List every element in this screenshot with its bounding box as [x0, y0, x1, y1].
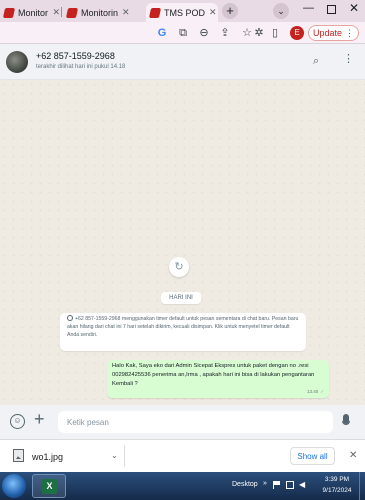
sidebar-icon[interactable]: ▯ [268, 26, 282, 40]
message-composer: ☺ + [0, 405, 365, 439]
show-all-button[interactable]: Show all [290, 447, 335, 465]
chevron-down-icon[interactable]: ⌄ [111, 451, 118, 460]
taskbar-excel-button[interactable]: X [32, 474, 66, 498]
sicepat-favicon-icon [148, 7, 162, 18]
contact-avatar[interactable] [6, 51, 28, 73]
browser-toolbar: G ⧉ ⊖ ⇪ ☆ ✲ ▯ E Update ⋮ [0, 22, 365, 44]
profile-avatar[interactable]: E [290, 26, 304, 40]
close-tab-icon[interactable]: ✕ [209, 7, 217, 18]
message-input[interactable] [58, 411, 333, 433]
tab-title: TMS POD [164, 7, 206, 18]
message-text: Halo Kak, Saya eko dari Admin Sicepat Ek… [112, 363, 315, 387]
system-message-text: +62 857-1559-2968 menggunakan timer defa… [67, 316, 299, 338]
google-icon[interactable]: G [155, 26, 169, 40]
share-icon[interactable]: ⇪ [218, 26, 232, 40]
tab-search-chevron-icon[interactable]: ⌄ [273, 3, 289, 19]
more-vertical-icon: ⋮ [345, 27, 355, 38]
action-center-flag-icon[interactable] [273, 481, 281, 489]
zoom-icon[interactable]: ⊖ [197, 26, 211, 40]
contact-name[interactable]: +62 857-1559-2968 [36, 51, 115, 61]
microphone-icon[interactable] [342, 414, 350, 430]
tray-overflow-icon[interactable]: » [263, 480, 267, 487]
clock-date[interactable]: 9/17/2024 [317, 487, 357, 494]
tab-title: Monitorin [18, 7, 49, 18]
date-chip: HARI INI [161, 292, 201, 304]
desktop-toolbar-label[interactable]: Desktop [232, 481, 258, 488]
more-vertical-icon[interactable]: ⋮ [343, 53, 354, 65]
extensions-icon[interactable]: ✲ [252, 26, 266, 40]
clock-time[interactable]: 3:39 PM [317, 476, 357, 483]
tab-title: Monitorin [81, 7, 119, 18]
network-icon[interactable] [286, 481, 294, 489]
browser-tab-3[interactable]: TMS POD ✕ [146, 3, 218, 22]
last-seen-status: terakhir dilihat hari ini pukul 14.18 [36, 64, 126, 70]
close-tab-icon[interactable]: ✕ [52, 7, 60, 18]
refresh-icon: ↻ [169, 257, 189, 277]
message-meta: 13.40 ✓ [307, 387, 324, 396]
timer-icon [67, 315, 73, 321]
browser-tab-2[interactable]: Monitorin ✕ [63, 3, 143, 22]
browser-tab-strip: Monitorin ✕ Monitorin ✕ TMS POD ✕ + ⌄ — … [0, 0, 365, 22]
chat-header: +62 857-1559-2968 terakhir dilihat hari … [0, 44, 365, 80]
outgoing-message-bubble[interactable]: Halo Kak, Saya eko dari Admin Sicepat Ek… [107, 360, 329, 398]
install-app-icon[interactable]: ⧉ [176, 26, 190, 40]
volume-icon[interactable]: ◀ [299, 481, 307, 489]
emoji-icon[interactable]: ☺ [10, 414, 25, 429]
chat-messages-area[interactable]: ↻ HARI INI +62 857-1559-2968 menggunakan… [0, 80, 365, 405]
downloads-bar: wo1.jpg ⌄ Show all ✕ [0, 439, 365, 472]
message-time: 13.40 [306, 389, 319, 394]
close-icon[interactable]: ✕ [349, 450, 357, 461]
download-file-name[interactable]: wo1.jpg [32, 452, 63, 462]
update-button[interactable]: Update ⋮ [308, 25, 359, 41]
image-file-icon [13, 449, 24, 462]
windows-taskbar: X Desktop » ◀ 3:39 PM 9/17/2024 [0, 472, 365, 500]
sicepat-favicon-icon [2, 7, 16, 18]
new-tab-button[interactable]: + [222, 3, 238, 19]
close-tab-icon[interactable]: ✕ [122, 7, 130, 18]
divider [124, 445, 125, 467]
search-icon[interactable]: ⌕ [313, 55, 319, 68]
window-minimize-icon[interactable]: — [303, 2, 314, 14]
excel-icon: X [42, 479, 57, 494]
window-close-icon[interactable]: ✕ [349, 1, 359, 15]
tab-separator [61, 7, 62, 17]
sicepat-favicon-icon [65, 7, 79, 18]
window-maximize-icon[interactable] [327, 5, 336, 14]
sent-tick-icon: ✓ [320, 389, 324, 394]
start-button[interactable] [2, 474, 26, 498]
show-desktop-button[interactable] [359, 472, 365, 500]
system-message[interactable]: +62 857-1559-2968 menggunakan timer defa… [60, 313, 306, 351]
browser-tab-1[interactable]: Monitorin ✕ [0, 3, 60, 22]
update-label: Update [312, 28, 343, 38]
attach-plus-icon[interactable]: + [34, 409, 45, 430]
